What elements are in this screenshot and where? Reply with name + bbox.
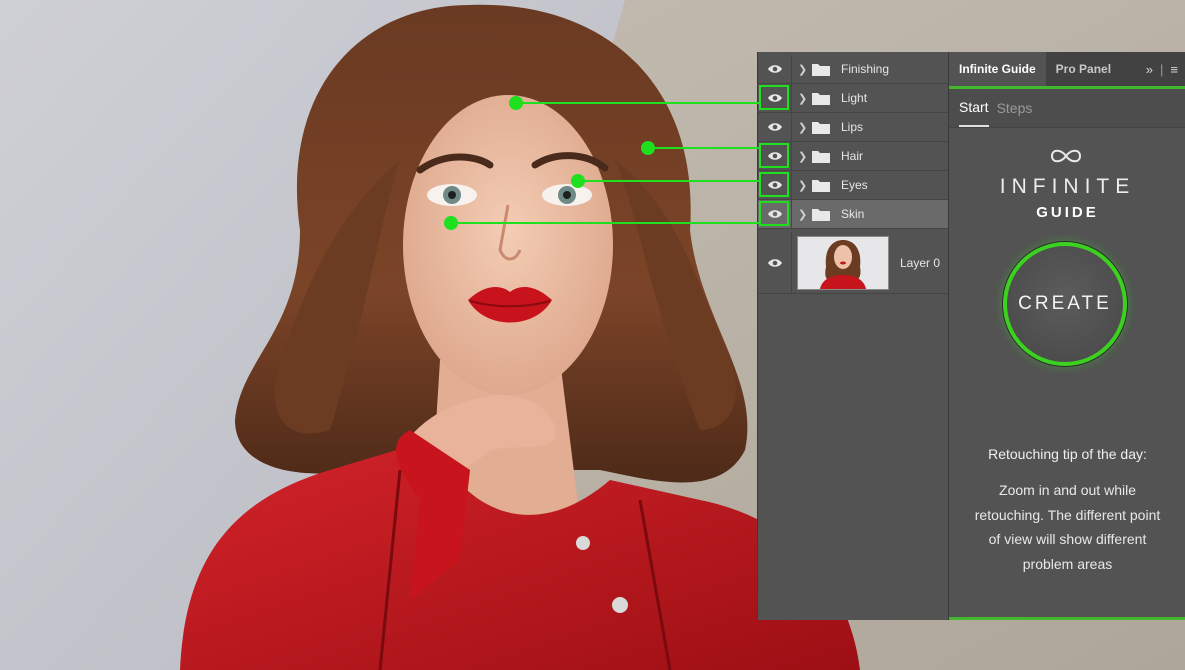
layer-row-lips[interactable]: ❯ Lips — [758, 112, 948, 142]
separator: | — [1160, 61, 1164, 77]
infinite-guide-panel: Infinite Guide Pro Panel » | ≡ Start Ste… — [948, 52, 1185, 620]
panel-tab-bar: Infinite Guide Pro Panel » | ≡ — [949, 52, 1185, 89]
layer-row-eyes[interactable]: ❯ Eyes — [758, 170, 948, 200]
visibility-eye-icon[interactable] — [758, 170, 792, 200]
expand-chevron-icon[interactable]: ❯ — [798, 179, 808, 192]
visibility-eye-icon[interactable] — [758, 112, 792, 142]
visibility-eye-icon[interactable] — [758, 199, 792, 229]
layers-panel: ❯ Finishing ❯ Light ❯ Lips ❯ Hair ❯ Eyes — [757, 52, 948, 620]
layer-name: Finishing — [841, 62, 890, 76]
layer-name: Hair — [841, 149, 864, 163]
brand-title: INFINITE — [999, 175, 1136, 198]
layer-name: Layer 0 — [900, 255, 941, 270]
tab-pro-panel[interactable]: Pro Panel — [1046, 52, 1121, 86]
folder-icon — [812, 63, 830, 76]
tab-bar-controls: » | ≡ — [1146, 52, 1185, 86]
folder-icon — [812, 150, 830, 163]
folder-icon — [812, 179, 830, 192]
layer-name: Eyes — [841, 178, 868, 192]
hamburger-menu-icon[interactable]: ≡ — [1170, 62, 1178, 77]
visibility-eye-icon[interactable] — [758, 231, 792, 294]
folder-icon — [812, 121, 830, 134]
folder-icon — [812, 92, 830, 105]
guide-content: INFINITE GUIDE CREATE Retouching tip of … — [949, 128, 1185, 598]
layer-row-finishing[interactable]: ❯ Finishing — [758, 54, 948, 84]
folder-icon — [812, 208, 830, 221]
expand-chevron-icon[interactable]: ❯ — [798, 121, 808, 134]
tab-spacer — [1121, 52, 1146, 86]
brand-subtitle: GUIDE — [1036, 204, 1099, 221]
accent-line — [949, 617, 1185, 620]
create-button[interactable]: CREATE — [1003, 242, 1127, 366]
tip-body: Zoom in and out while retouching. The di… — [974, 482, 1161, 572]
tab-steps[interactable]: Steps — [997, 89, 1033, 127]
tab-infinite-guide[interactable]: Infinite Guide — [949, 52, 1046, 86]
expand-chevron-icon[interactable]: ❯ — [798, 208, 808, 221]
layer-name: Skin — [841, 207, 865, 221]
layer-thumbnail — [797, 235, 889, 290]
tab-start[interactable]: Start — [959, 89, 989, 127]
expand-chevron-icon[interactable]: ❯ — [798, 150, 808, 163]
infinity-icon — [1050, 149, 1082, 163]
expand-chevron-icon[interactable]: ❯ — [798, 92, 808, 105]
visibility-eye-icon[interactable] — [758, 141, 792, 171]
layer-row-hair[interactable]: ❯ Hair — [758, 141, 948, 171]
layer-row-light[interactable]: ❯ Light — [758, 83, 948, 113]
layer-row-skin[interactable]: ❯ Skin — [758, 199, 948, 229]
layer-row-base[interactable]: Layer 0 — [758, 231, 948, 294]
double-chevron-right-icon[interactable]: » — [1146, 62, 1153, 77]
layer-name: Lips — [841, 120, 864, 134]
sub-tab-bar: Start Steps — [949, 89, 1185, 128]
visibility-eye-icon[interactable] — [758, 83, 792, 113]
expand-chevron-icon[interactable]: ❯ — [798, 63, 808, 76]
layer-name: Light — [841, 91, 868, 105]
visibility-eye-icon[interactable] — [758, 54, 792, 84]
tip-title: Retouching tip of the day: — [988, 446, 1147, 462]
